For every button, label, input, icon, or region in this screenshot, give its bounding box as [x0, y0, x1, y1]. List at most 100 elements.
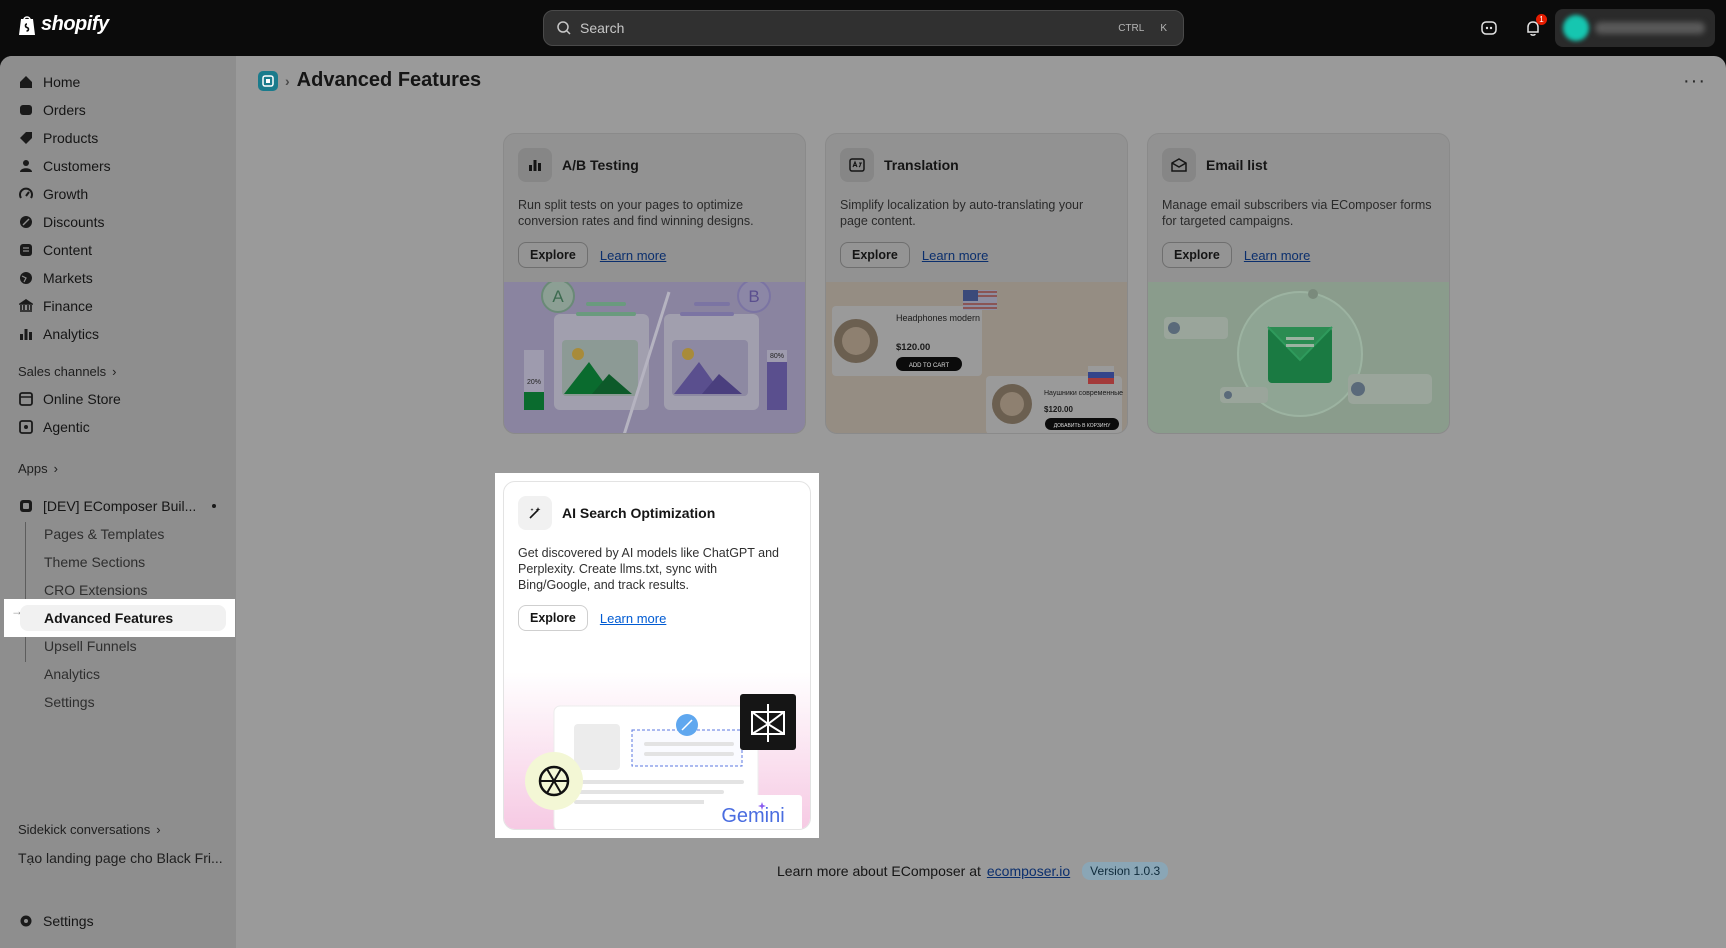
sidekick-conversations-header[interactable]: Sidekick conversations ›	[18, 822, 161, 837]
sidebar-item-orders[interactable]: Orders	[0, 97, 236, 123]
sidebar-item-label: Advanced Features	[44, 610, 174, 626]
card-header: A/B Testing	[518, 148, 639, 182]
shortcut-ctrl: CTRL	[1118, 22, 1145, 34]
chevron-right-icon: ›	[156, 822, 161, 837]
sidebar-subitem-cro-extensions[interactable]: CRO Extensions	[44, 582, 147, 598]
sidebar-item-label: Analytics	[43, 326, 100, 342]
card-description: Manage email subscribers via EComposer f…	[1162, 198, 1432, 228]
ecomposer-app-icon[interactable]	[258, 70, 278, 91]
card-actions: Explore Learn more	[840, 242, 988, 268]
apps-header[interactable]: Apps ›	[18, 461, 58, 476]
card-title: Email list	[1206, 157, 1268, 173]
card-header: Email list	[1162, 148, 1267, 182]
sidekick-icon[interactable]	[1477, 16, 1501, 40]
avatar	[1563, 15, 1589, 41]
sidebar-subitem-upsell-funnels[interactable]: Upsell Funnels	[44, 638, 137, 654]
search-shortcut: CTRL K	[1114, 21, 1171, 36]
ecomposer-app-icon	[18, 498, 34, 514]
card-header: AI Search Optimization	[518, 496, 715, 530]
learn-more-link[interactable]: Learn more	[600, 611, 666, 626]
sidebar-subitem-analytics[interactable]: Analytics	[44, 666, 100, 682]
sidebar-item-analytics[interactable]: Analytics	[0, 321, 236, 347]
version-badge: Version 1.0.3	[1082, 862, 1169, 880]
shopify-logo[interactable]: shopify	[17, 13, 109, 36]
ai-search-illustration: Gemini	[504, 672, 810, 829]
feature-card-email-list: Email list Manage email subscribers via …	[1147, 133, 1450, 434]
gear-icon	[18, 913, 34, 929]
more-actions-icon[interactable]: ···	[1683, 70, 1706, 93]
sidebar-item-agentic[interactable]: Agentic	[0, 414, 236, 440]
sidebar-item-finance[interactable]: Finance	[0, 293, 236, 319]
card-description: Simplify localization by auto-translatin…	[840, 198, 1084, 228]
product-price-en: $120.00	[896, 342, 930, 353]
bar-chart-icon	[18, 326, 34, 342]
sidebar-item-discounts[interactable]: Discounts	[0, 209, 236, 235]
sidekick-conversation-item[interactable]: Tạo landing page cho Black Fri...	[18, 850, 223, 866]
footer-text: Learn more about EComposer at	[777, 863, 981, 879]
feature-card-translation: Translation Simplify localization by aut…	[825, 133, 1128, 434]
top-bar: shopify Search CTRL K 1	[0, 0, 1726, 56]
sales-channels-header[interactable]: Sales channels ›	[18, 364, 117, 379]
explore-button[interactable]: Explore	[1162, 242, 1232, 268]
sidebar-item-label: Online Store	[43, 391, 121, 407]
sidebar-item-markets[interactable]: Markets	[0, 265, 236, 291]
email-icon	[1162, 148, 1196, 182]
feature-card-ab-testing: A/B Testing Run split tests on your page…	[503, 133, 806, 434]
learn-more-link[interactable]: Learn more	[922, 248, 988, 263]
sidebar-item-products[interactable]: Products	[0, 125, 236, 151]
variant-a-percent: 20%	[527, 379, 541, 386]
search-input[interactable]: Search CTRL K	[543, 10, 1184, 46]
sales-channels-label: Sales channels	[18, 364, 107, 379]
ecomposer-link[interactable]: ecomposer.io	[987, 863, 1070, 879]
card-header: Translation	[840, 148, 959, 182]
sidebar-item-label: Growth	[43, 186, 89, 202]
magic-wand-icon	[518, 496, 552, 530]
sidekick-label: Sidekick conversations	[18, 822, 151, 837]
notifications-icon[interactable]: 1	[1521, 14, 1547, 40]
agentic-icon	[18, 419, 34, 435]
card-actions: Explore Learn more	[1162, 242, 1310, 268]
learn-more-link[interactable]: Learn more	[600, 248, 666, 263]
sidebar-item-label: Products	[43, 130, 99, 146]
sidebar-subitem-advanced-features-highlight[interactable]: → Advanced Features	[4, 599, 235, 637]
pin-dot-icon	[212, 504, 216, 508]
sidebar-item-customers[interactable]: Customers	[0, 153, 236, 179]
variant-a-label: A	[552, 287, 564, 306]
sidebar-item-content[interactable]: Content	[0, 237, 236, 263]
sidebar-subitem-pages-templates[interactable]: Pages & Templates	[44, 526, 164, 542]
sidebar-subitem-theme-sections[interactable]: Theme Sections	[44, 554, 145, 570]
learn-more-link[interactable]: Learn more	[1244, 248, 1310, 263]
orders-icon	[18, 102, 34, 118]
sidebar-item-settings[interactable]: Settings	[0, 908, 236, 934]
sidebar: Home Orders Products Customers Growth Di…	[0, 56, 236, 948]
variant-b-label: B	[748, 287, 759, 306]
email-list-illustration	[1148, 282, 1449, 433]
card-title: Translation	[884, 157, 959, 173]
main-content: › Advanced Features ··· A/B Testing Run …	[236, 56, 1726, 948]
apps-label: Apps	[18, 461, 48, 476]
home-icon	[18, 74, 34, 90]
explore-button[interactable]: Explore	[840, 242, 910, 268]
sidebar-item-ecomposer-app[interactable]: [DEV] EComposer Buil...	[0, 493, 236, 519]
discount-icon	[18, 214, 34, 230]
account-name-redacted	[1595, 22, 1705, 34]
explore-button[interactable]: Explore	[518, 605, 588, 631]
product-name-en: Headphones modern	[896, 313, 980, 323]
translation-illustration: Headphones modern $120.00 ADD TO CART На…	[826, 282, 1127, 433]
person-icon	[18, 158, 34, 174]
sidebar-subitem-advanced-features[interactable]: Advanced Features	[20, 605, 226, 631]
sidebar-item-label: Agentic	[43, 419, 90, 435]
card-description: Get discovered by AI models like ChatGPT…	[518, 546, 780, 592]
notification-badge: 1	[1536, 14, 1547, 25]
sidebar-item-growth[interactable]: Growth	[0, 181, 236, 207]
page-title: Advanced Features	[296, 69, 482, 91]
sidebar-item-online-store[interactable]: Online Store	[0, 386, 236, 412]
account-menu[interactable]	[1555, 9, 1715, 47]
sidebar-item-home[interactable]: Home	[0, 69, 236, 95]
footer: Learn more about EComposer at ecomposer.…	[777, 862, 1169, 880]
product-name-ru: Наушники современные	[1044, 390, 1123, 397]
sidebar-subitem-settings[interactable]: Settings	[44, 694, 95, 710]
chevron-right-icon: ›	[112, 364, 117, 379]
explore-button[interactable]: Explore	[518, 242, 588, 268]
product-price-ru: $120.00	[1044, 405, 1073, 414]
